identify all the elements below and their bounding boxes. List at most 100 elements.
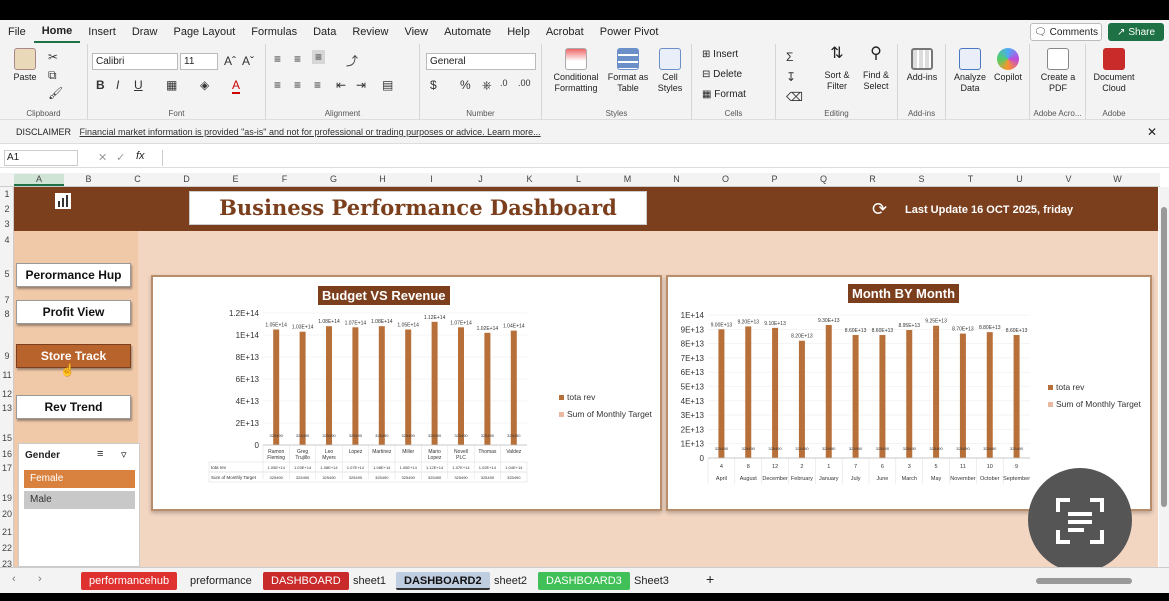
sheet-tab-sheet1[interactable]: sheet1: [345, 572, 394, 590]
column-header-o[interactable]: O: [701, 174, 750, 184]
sheet-tab-preformance[interactable]: preformance: [182, 572, 260, 590]
font-size-select[interactable]: 11: [180, 53, 218, 70]
column-header-n[interactable]: N: [652, 174, 701, 184]
align-middle-icon[interactable]: ≡: [294, 52, 301, 66]
nav-profit-view-button[interactable]: Profit View: [16, 300, 131, 324]
copilot-button[interactable]: Copilot: [990, 48, 1026, 83]
sheet-tab-performancehub[interactable]: performancehub: [81, 572, 178, 590]
horizontal-scrollbar[interactable]: [1026, 576, 1146, 586]
column-header-p[interactable]: P: [750, 174, 799, 184]
align-center-icon[interactable]: ≡: [294, 78, 301, 92]
column-header-a[interactable]: A: [14, 174, 64, 186]
nav-rev-trend-button[interactable]: Rev Trend: [16, 395, 131, 419]
nav-performance-hub-button[interactable]: Perormance Hup: [16, 263, 131, 287]
row-header-21[interactable]: 21: [0, 527, 14, 537]
column-header-l[interactable]: L: [554, 174, 603, 184]
add-ins-button[interactable]: Add-ins: [902, 48, 942, 83]
cancel-icon[interactable]: ✕: [98, 151, 107, 164]
analyze-data-button[interactable]: Analyze Data: [950, 48, 990, 94]
underline-icon[interactable]: U: [134, 78, 143, 92]
share-button[interactable]: ↗ Share: [1108, 23, 1164, 41]
paste-button[interactable]: Paste: [8, 48, 42, 83]
conditional-formatting-button[interactable]: Conditional Formatting: [546, 48, 606, 94]
column-header-r[interactable]: R: [848, 174, 897, 184]
column-header-h[interactable]: H: [358, 174, 407, 184]
borders-icon[interactable]: ▦: [166, 78, 177, 92]
sheet-tab-dashboard[interactable]: DASHBOARD: [263, 572, 349, 590]
column-header-t[interactable]: T: [946, 174, 995, 184]
tab-view[interactable]: View: [396, 20, 436, 44]
tab-home[interactable]: Home: [33, 21, 81, 43]
row-header-17[interactable]: 17: [0, 463, 14, 473]
tab-review[interactable]: Review: [344, 20, 396, 44]
column-header-f[interactable]: F: [260, 174, 309, 184]
refresh-icon[interactable]: ⟳: [872, 199, 887, 220]
cell-styles-button[interactable]: Cell Styles: [652, 48, 688, 94]
sheet-tab-dashboard3[interactable]: DASHBOARD3: [538, 572, 630, 590]
tab-file[interactable]: File: [0, 20, 34, 44]
merge-center-icon[interactable]: ▤: [382, 78, 393, 92]
row-header-11[interactable]: 11: [0, 370, 14, 380]
fill-color-icon[interactable]: ◈: [200, 78, 209, 92]
format-cells-button[interactable]: ▦ Format: [702, 89, 746, 100]
tab-page-layout[interactable]: Page Layout: [165, 20, 243, 44]
row-header-1[interactable]: 1: [0, 189, 14, 199]
tab-help[interactable]: Help: [499, 20, 538, 44]
align-bottom-icon[interactable]: ≡: [312, 50, 326, 64]
enter-icon[interactable]: ✓: [116, 151, 125, 164]
column-header-d[interactable]: D: [162, 174, 211, 184]
number-format-select[interactable]: General: [426, 53, 536, 70]
tab-formulas[interactable]: Formulas: [243, 20, 305, 44]
font-name-select[interactable]: Calibri: [92, 53, 178, 70]
fill-icon[interactable]: ↧: [786, 70, 796, 84]
align-left-icon[interactable]: ≡: [274, 78, 281, 92]
scroll-thumb[interactable]: [1161, 207, 1167, 507]
clear-icon[interactable]: ⌫: [786, 90, 803, 104]
clear-filter-icon[interactable]: ▿: [121, 448, 127, 461]
column-header-b[interactable]: B: [64, 174, 113, 184]
prev-sheet-icon[interactable]: ‹: [12, 573, 16, 585]
tab-acrobat[interactable]: Acrobat: [538, 20, 592, 44]
decrease-decimal-icon[interactable]: .00: [518, 78, 531, 88]
autosum-icon[interactable]: Σ: [786, 50, 793, 64]
close-icon[interactable]: ✕: [1147, 120, 1157, 144]
add-sheet-icon[interactable]: +: [706, 571, 714, 587]
cut-icon[interactable]: ✂: [48, 50, 58, 64]
row-header-9[interactable]: 9: [0, 351, 14, 361]
decrease-indent-icon[interactable]: ⇤: [336, 78, 346, 92]
column-header-m[interactable]: M: [603, 174, 652, 184]
row-header-7[interactable]: 7: [0, 295, 14, 305]
tab-data[interactable]: Data: [305, 20, 344, 44]
column-header-e[interactable]: E: [211, 174, 260, 184]
increase-decimal-icon[interactable]: .0: [500, 78, 508, 88]
format-as-table-button[interactable]: Format as Table: [606, 48, 650, 94]
find-select-button[interactable]: ⚲ Find & Select: [856, 46, 896, 92]
document-cloud-button[interactable]: Document Cloud: [1090, 48, 1138, 94]
increase-indent-icon[interactable]: ⇥: [356, 78, 366, 92]
sheet-tab-sheet3[interactable]: Sheet3: [626, 572, 677, 590]
comma-style-icon[interactable]: ⎈: [482, 78, 492, 93]
formula-input[interactable]: [162, 150, 1162, 166]
row-header-20[interactable]: 20: [0, 509, 14, 519]
row-header-22[interactable]: 22: [0, 543, 14, 553]
row-header-5[interactable]: 5: [0, 269, 14, 279]
decrease-font-icon[interactable]: Aˇ: [242, 54, 254, 68]
format-painter-icon[interactable]: 🖌: [48, 86, 63, 100]
h-scroll-thumb[interactable]: [1036, 578, 1132, 584]
name-box[interactable]: A1: [4, 150, 78, 166]
copy-icon[interactable]: ⧉: [48, 68, 57, 83]
row-header-8[interactable]: 8: [0, 309, 14, 319]
column-header-g[interactable]: G: [309, 174, 358, 184]
multi-select-icon[interactable]: ≡: [97, 448, 103, 460]
row-header-13[interactable]: 13: [0, 403, 14, 413]
tab-automate[interactable]: Automate: [436, 20, 499, 44]
align-top-icon[interactable]: ≡: [274, 52, 281, 66]
column-header-c[interactable]: C: [113, 174, 162, 184]
comments-button[interactable]: 🗨 Comments: [1030, 23, 1102, 41]
row-header-19[interactable]: 19: [0, 493, 14, 503]
tab-draw[interactable]: Draw: [124, 20, 166, 44]
slicer-item-female[interactable]: Female: [24, 470, 135, 488]
column-header-j[interactable]: J: [456, 174, 505, 184]
slicer-item-male[interactable]: Male: [24, 491, 135, 509]
row-header-4[interactable]: 4: [0, 235, 14, 245]
